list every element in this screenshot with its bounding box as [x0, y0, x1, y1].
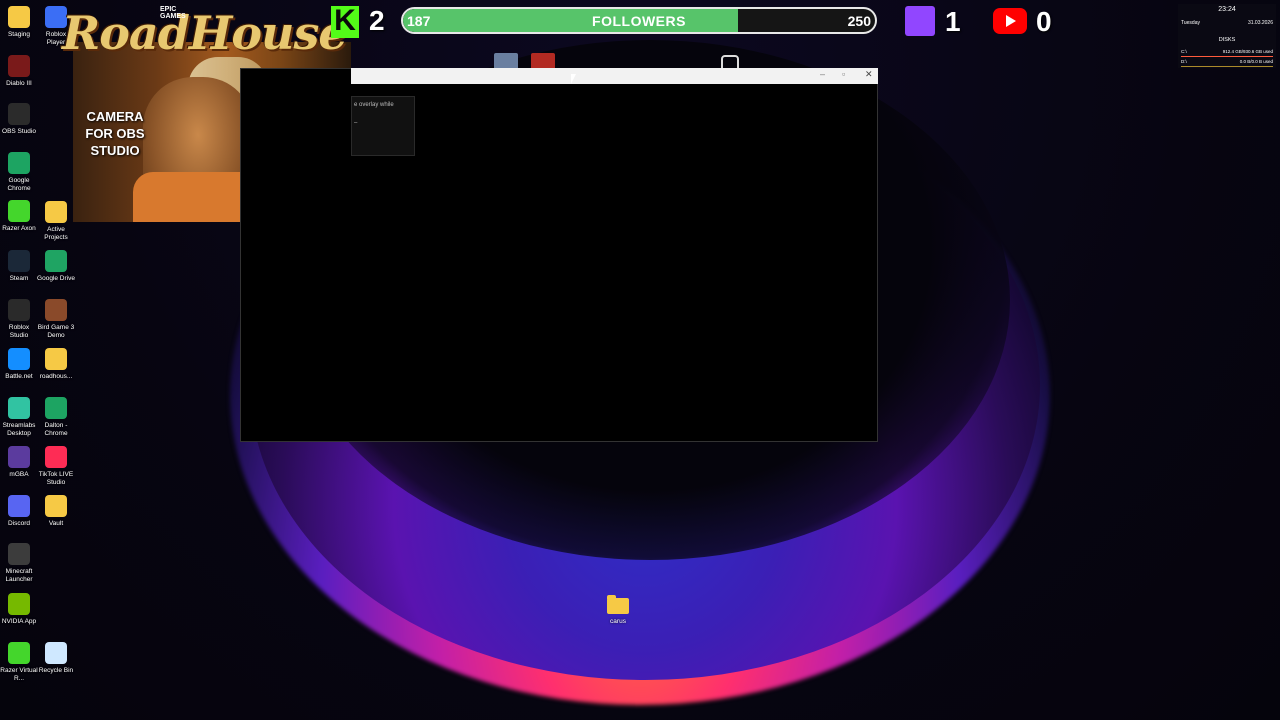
drive-d-row: D:\ 0.0 B/0.0 B used — [1181, 59, 1273, 64]
chrome-icon — [8, 152, 30, 174]
razer-icon — [8, 642, 30, 664]
twitch-count: 1 — [945, 6, 961, 37]
desktop-icon-label: Google Drive — [37, 275, 75, 282]
desktop-icon-label: Roblox Studio — [8, 324, 30, 339]
recycle-bin-icon — [45, 642, 67, 664]
desktop-icon-label: Razer Axon — [2, 225, 36, 232]
desktop-icon-diablo-iii[interactable]: Diablo III — [0, 55, 38, 88]
desktop-icon-active-projects[interactable]: Active Projects — [37, 201, 75, 242]
desktop-icon-roblox-studio[interactable]: Roblox Studio — [0, 299, 38, 340]
battlenet-icon — [8, 348, 30, 370]
desktop-icon-label: Google Chrome — [7, 177, 31, 192]
drive-icon — [45, 250, 67, 272]
desktop-icon-label: Bird Game 3 Demo — [37, 324, 75, 339]
desktop-icon-label: Razer Virtual R... — [0, 667, 38, 682]
folder-icon — [8, 6, 30, 28]
desktop-icon-label: mGBA — [9, 471, 29, 478]
desktop-icon-label: Diablo III — [6, 80, 32, 87]
desktop-folder-carus[interactable]: carus — [599, 593, 637, 626]
tooltip-text: e overlay while — [354, 102, 394, 108]
drive-c-row: C:\ 912.4 GB/930.6 GB used — [1181, 49, 1273, 54]
kick-count: 2 — [369, 5, 385, 36]
desktop-icon-label: roadhous... — [39, 373, 73, 380]
mouse-cursor-icon — [571, 74, 576, 84]
youtube-icon — [993, 8, 1027, 34]
desktop-icon-steam[interactable]: Steam — [0, 250, 38, 283]
desktop-icon-google-chrome[interactable]: Google Chrome — [0, 152, 38, 193]
obs-icon — [8, 103, 30, 125]
epic-games-logo: EPIC GAMES — [160, 6, 186, 20]
desktop-icon-label: Steam — [9, 275, 29, 282]
desktop-icon-discord[interactable]: Discord — [0, 495, 38, 528]
followers-label: FOLLOWERS — [592, 13, 686, 29]
desktop-icon-roadhous[interactable]: roadhous... — [37, 348, 75, 381]
desktop-icon-label: Recycle Bin — [38, 667, 74, 674]
overlay-tooltip: e overlay while – — [351, 96, 415, 156]
desktop-icon-label: Dalton - Chrome — [44, 422, 68, 437]
nvidia-icon — [8, 593, 30, 615]
desktop-icon-label: Vault — [48, 520, 64, 527]
desktop-folder-label: carus — [610, 618, 626, 625]
clock-date: 31.03.2026 — [1247, 20, 1273, 26]
desktop-icon-razer-axon[interactable]: Razer Axon — [0, 200, 38, 233]
steam-icon — [8, 250, 30, 272]
desktop-icon-label: Discord — [7, 520, 31, 527]
razer-axon-icon — [8, 200, 30, 222]
desktop-icon-tiktok-live-studio[interactable]: TikTok LIVE Studio — [37, 446, 75, 487]
disks-widget: 23:24 Tuesday 31.03.2026 DISKS C:\ 912.4… — [1178, 4, 1276, 68]
desktop-icon-obs-studio[interactable]: OBS Studio — [0, 103, 38, 136]
desktop-icon-razer-virtual-r[interactable]: Razer Virtual R... — [0, 642, 38, 683]
tiktok-icon — [45, 446, 67, 468]
drive-d-usage-bar — [1181, 66, 1273, 67]
desktop-icon-staging[interactable]: Staging — [0, 6, 38, 39]
desktop-icon-vault[interactable]: Vault — [37, 495, 75, 528]
bird-game-icon — [45, 299, 67, 321]
folder-icon — [45, 495, 67, 517]
disks-title: DISKS — [1218, 37, 1236, 43]
clock-day: Tuesday — [1181, 20, 1200, 26]
folder-icon — [45, 348, 67, 370]
desktop-icon-bird-game-3-demo[interactable]: Bird Game 3 Demo — [37, 299, 75, 340]
folder-icon — [45, 201, 67, 223]
kick-letter: K — [334, 4, 356, 37]
window-titlebar[interactable] — [351, 68, 878, 84]
desktop-icon-label: Staging — [7, 31, 31, 38]
twitch-icon — [905, 6, 935, 36]
desktop-icon-label: Active Projects — [44, 226, 68, 241]
tooltip-subtext: – — [354, 120, 358, 126]
desktop-icon-label: Streamlabs Desktop — [2, 422, 36, 437]
desktop-icon-nvidia-app[interactable]: NVIDIA App — [0, 593, 38, 626]
discord-icon — [8, 495, 30, 517]
roadhouse-logo: RoadHouse — [62, 6, 348, 60]
desktop-icon-minecraft-launcher[interactable]: Minecraft Launcher — [0, 543, 38, 584]
camera-label: CAMERA FOR OBS STUDIO — [85, 109, 145, 158]
desktop-icon-dalton-chrome[interactable]: Dalton - Chrome — [37, 397, 75, 438]
desktop-icon-label: OBS Studio — [2, 128, 36, 135]
desktop-icon-google-drive[interactable]: Google Drive — [37, 250, 75, 283]
followers-goal-bar: 187 FOLLOWERS 250 — [401, 7, 877, 34]
drive-c-usage-bar — [1181, 56, 1273, 57]
desktop-icon-mgba[interactable]: mGBA — [0, 446, 38, 479]
mgba-icon — [8, 446, 30, 468]
maximize-button[interactable]: ▫ — [842, 69, 845, 79]
desktop-icon-recycle-bin[interactable]: Recycle Bin — [37, 642, 75, 675]
diablo-icon — [8, 55, 30, 77]
roblox-studio-icon — [8, 299, 30, 321]
close-button[interactable]: ✕ — [865, 69, 873, 80]
app-window[interactable] — [240, 68, 878, 442]
chrome-icon — [45, 397, 67, 419]
desktop-icon-label: Battle.net — [5, 373, 33, 380]
desktop-icon-battle-net[interactable]: Battle.net — [0, 348, 38, 381]
desktop-icon-label: NVIDIA App — [1, 618, 37, 625]
followers-goal: 250 — [847, 13, 871, 29]
clock-time: 23:24 — [1218, 6, 1236, 13]
folder-icon — [607, 595, 629, 614]
minecraft-icon — [8, 543, 30, 565]
youtube-count: 0 — [1036, 6, 1052, 37]
desktop-icon-streamlabs-desktop[interactable]: Streamlabs Desktop — [0, 397, 38, 438]
streamlabs-icon — [8, 397, 30, 419]
desktop-icon-label: Minecraft Launcher — [5, 568, 33, 583]
desktop-icon-label: TikTok LIVE Studio — [38, 471, 74, 486]
minimize-button[interactable]: – — [820, 69, 825, 79]
